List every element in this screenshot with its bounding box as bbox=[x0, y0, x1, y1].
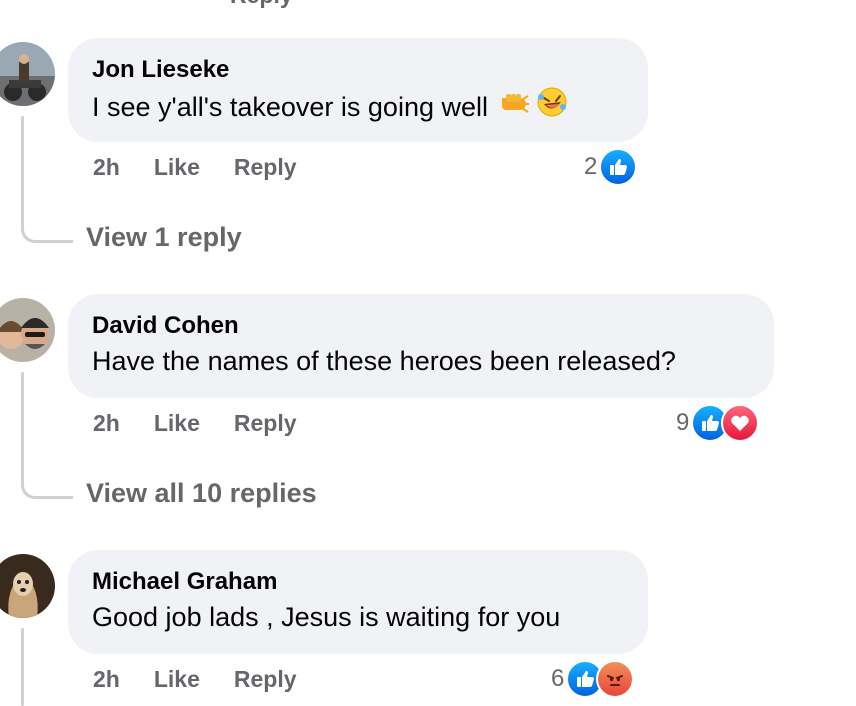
comment-text: Have the names of these heroes been rele… bbox=[92, 342, 750, 380]
thread-line bbox=[21, 628, 24, 706]
reply-button[interactable]: Reply bbox=[234, 410, 297, 437]
avatar-jon-lieseke[interactable] bbox=[0, 42, 55, 106]
angry-reaction-icon bbox=[596, 660, 635, 698]
comment-author[interactable]: Michael Graham bbox=[92, 566, 624, 598]
comment-actions: 2h Like Reply bbox=[93, 410, 297, 437]
comment-bubble: David Cohen Have the names of these hero… bbox=[68, 294, 774, 398]
love-reaction-icon bbox=[721, 404, 760, 442]
rolling-laughing-emoji bbox=[536, 86, 568, 128]
comment-bubble: Jon Lieseke I see y'all's takeover is go… bbox=[68, 38, 648, 142]
like-button[interactable]: Like bbox=[154, 154, 200, 181]
reaction-count: 2 bbox=[584, 153, 598, 180]
fist-bump-emoji bbox=[498, 88, 530, 126]
reaction-summary[interactable]: 2 bbox=[584, 148, 638, 186]
like-button[interactable]: Like bbox=[154, 666, 200, 693]
reaction-summary[interactable]: 6 bbox=[551, 660, 635, 698]
view-replies-link[interactable]: View 1 reply bbox=[86, 222, 242, 253]
reaction-summary[interactable]: 9 bbox=[676, 404, 760, 442]
comment-author[interactable]: Jon Lieseke bbox=[92, 54, 624, 86]
comment-timestamp: 2h bbox=[93, 154, 120, 180]
reaction-count: 9 bbox=[676, 409, 690, 436]
thread-line bbox=[21, 372, 24, 482]
avatar-michael-graham[interactable] bbox=[0, 554, 55, 618]
previous-reply-link-partial[interactable]: Reply bbox=[230, 0, 293, 9]
reaction-count: 6 bbox=[551, 665, 565, 692]
thread-line bbox=[21, 116, 24, 226]
comment-actions: 2h Like Reply bbox=[93, 666, 297, 693]
comment-text-content: I see y'all's takeover is going well bbox=[92, 92, 488, 122]
thread-elbow bbox=[21, 223, 73, 243]
comment-timestamp: 2h bbox=[93, 666, 120, 692]
like-button[interactable]: Like bbox=[154, 410, 200, 437]
thread-elbow bbox=[21, 479, 73, 499]
comment-author[interactable]: David Cohen bbox=[92, 310, 750, 342]
comment-actions: 2h Like Reply bbox=[93, 154, 297, 181]
reply-button[interactable]: Reply bbox=[234, 154, 297, 181]
like-reaction-icon bbox=[599, 148, 638, 186]
comment-timestamp: 2h bbox=[93, 410, 120, 436]
avatar-david-cohen[interactable] bbox=[0, 298, 55, 362]
comment-text-content: Good job lads , Jesus is waiting for you bbox=[92, 602, 561, 632]
comments-section: Reply Jon Lieseke I see y'all's takeover… bbox=[0, 0, 856, 706]
comment-text: Good job lads , Jesus is waiting for you bbox=[92, 598, 624, 636]
comment-text-content: Have the names of these heroes been rele… bbox=[92, 346, 676, 376]
reply-button[interactable]: Reply bbox=[234, 666, 297, 693]
comment-bubble: Michael Graham Good job lads , Jesus is … bbox=[68, 550, 648, 654]
comment-text: I see y'all's takeover is going well bbox=[92, 86, 624, 128]
view-replies-link[interactable]: View all 10 replies bbox=[86, 478, 317, 509]
